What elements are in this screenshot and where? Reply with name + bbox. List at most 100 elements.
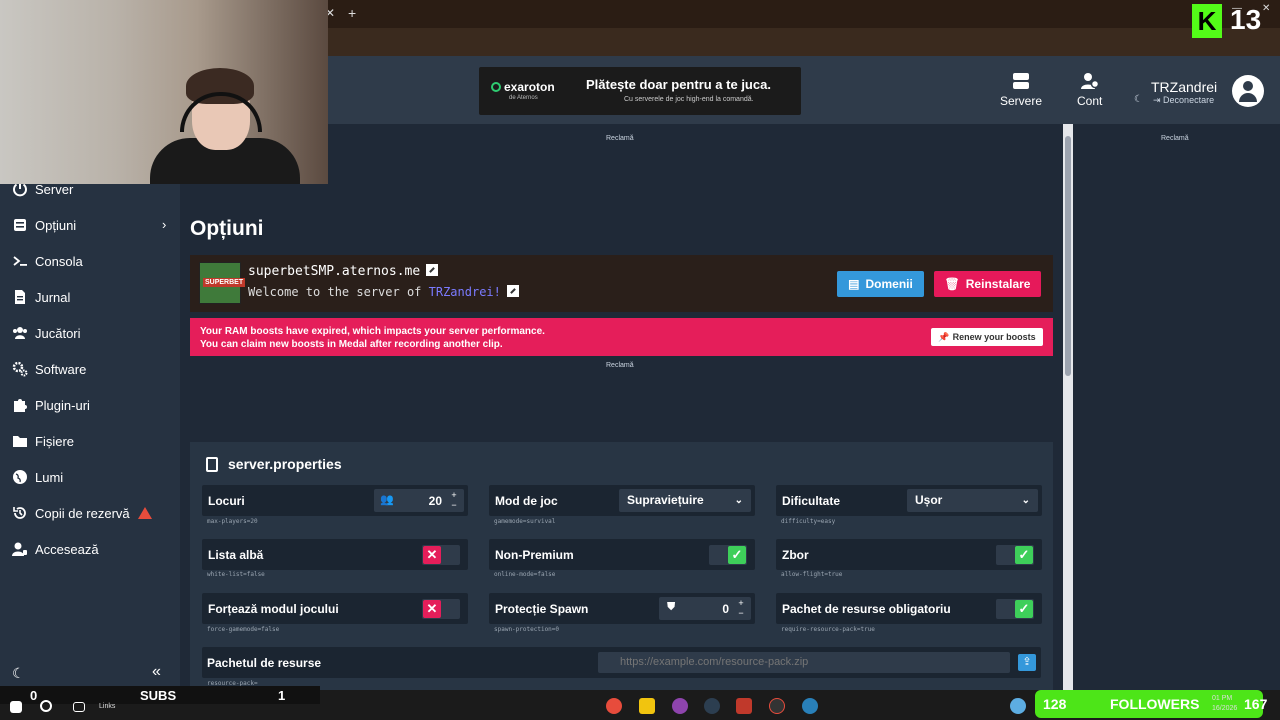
obs-icon[interactable] — [769, 698, 785, 714]
servers-button[interactable]: Servere — [1000, 72, 1042, 108]
kick-logo-icon: K — [1192, 4, 1222, 38]
sidebar-item-label: Software — [35, 361, 87, 377]
sidebar-item-log[interactable]: Jurnal — [12, 287, 70, 307]
ad-label-mid: Reclamă — [606, 362, 634, 369]
task-view-icon[interactable] — [73, 702, 85, 712]
sidebar-item-console[interactable]: Consola — [12, 251, 83, 271]
trash-icon: 🗑 — [944, 277, 960, 291]
sidebar-item-access[interactable]: Accesează — [12, 539, 99, 559]
x-icon: ✕ — [423, 600, 441, 618]
field-label: Lista albă — [208, 548, 264, 562]
account-button[interactable]: Cont — [1077, 72, 1102, 108]
domains-button[interactable]: ▤ Domenii — [837, 271, 924, 297]
account-gear-icon — [1080, 73, 1099, 89]
renew-boosts-button[interactable]: 📌 Renew your boosts — [931, 328, 1043, 346]
sidebar-item-worlds[interactable]: Lumi — [12, 467, 63, 487]
force-gamemode-toggle[interactable]: ✕ — [422, 599, 460, 619]
resource-pack-input[interactable] — [598, 652, 1010, 673]
x-icon: ✕ — [423, 546, 441, 564]
require-resource-pack-key: require-resource-pack=true — [781, 626, 875, 633]
server-address-text: superbetSMP.aternos.me — [248, 264, 421, 279]
sidebar-item-label: Consola — [35, 253, 83, 269]
field-label: Zbor — [782, 548, 809, 562]
pin-icon: 📌 — [938, 331, 950, 342]
sidebar-item-label: Opțiuni — [35, 217, 77, 233]
resource-pack-field: Pachetul de resurse ▤ ⇪ — [202, 647, 1041, 678]
collapse-sidebar-icon[interactable]: « — [152, 663, 161, 681]
sidebar-item-label: Lumi — [35, 469, 64, 485]
difficulty-field: Dificultate Ușor ⌄ — [776, 485, 1042, 516]
server-address: superbetSMP.aternos.me — [248, 264, 439, 279]
stepper-plus-minus[interactable]: + − — [448, 490, 460, 510]
force-gamemode-field: Forțează modul jocului ✕ — [202, 593, 468, 624]
user-avatar-icon[interactable] — [1232, 75, 1264, 107]
upload-icon[interactable]: ⇪ — [1018, 654, 1036, 671]
gamemode-select[interactable]: Supraviețuire ⌄ — [619, 489, 751, 512]
kick-viewer-count: 13 — [1230, 4, 1262, 35]
max-players-key: max-players=20 — [207, 518, 258, 525]
chrome-active-icon[interactable] — [802, 698, 818, 714]
reinstall-label: Reinstalare — [965, 277, 1031, 291]
require-resource-pack-toggle[interactable]: ✓ — [996, 599, 1034, 619]
taskbar-links[interactable]: Links — [99, 703, 115, 710]
stepper-plus-minus[interactable]: + − — [735, 598, 747, 618]
page-scrollbar[interactable] — [1063, 124, 1073, 690]
page-title: Opțiuni — [190, 217, 264, 240]
exaroton-logo: exaroton — [491, 80, 555, 94]
file-explorer-icon[interactable] — [639, 698, 655, 714]
online-mode-key: online-mode=false — [494, 571, 556, 578]
discord-icon[interactable] — [672, 698, 688, 714]
servers-label: Servere — [1000, 94, 1043, 108]
white-list-toggle[interactable]: ✕ — [422, 545, 460, 565]
sidebar-item-plugins[interactable]: Plugin-uri — [12, 395, 90, 415]
difficulty-value: Ușor — [915, 493, 943, 507]
new-tab-icon[interactable]: + — [348, 5, 356, 21]
edit-address-icon[interactable] — [426, 264, 439, 276]
sidebar-item-software[interactable]: Software — [12, 359, 86, 379]
chevron-down-icon: ⌄ — [1021, 495, 1030, 506]
sidebar-item-files[interactable]: Fișiere — [12, 431, 74, 451]
chrome-icon[interactable] — [606, 698, 622, 714]
steam-icon[interactable] — [704, 698, 720, 714]
shield-icon: ⛊ — [667, 601, 676, 613]
weather-icon[interactable] — [1010, 698, 1026, 714]
gamemode-field: Mod de joc Supraviețuire ⌄ — [489, 485, 755, 516]
allow-flight-toggle[interactable]: ✓ — [996, 545, 1034, 565]
logout-link[interactable]: ⇥ Deconectare — [1153, 95, 1214, 106]
check-icon: ✓ — [728, 546, 746, 564]
scrollbar-thumb[interactable] — [1065, 136, 1071, 376]
reinstall-button[interactable]: 🗑 Reinstalare — [934, 271, 1041, 297]
file-code-icon — [206, 457, 218, 472]
white-list-key: white-list=false — [207, 571, 265, 578]
dark-mode-icon[interactable]: ☾ — [1134, 94, 1143, 105]
gamemode-value: Supraviețuire — [627, 493, 704, 507]
globe-icon — [13, 470, 27, 484]
spawn-protection-field: Protecție Spawn ⛊ 0 + − — [489, 593, 755, 624]
sidebar-item-options[interactable]: Opțiuni — [12, 215, 76, 235]
difficulty-select[interactable]: Ușor ⌄ — [907, 489, 1038, 512]
max-players-value: 20 — [428, 494, 442, 508]
online-mode-toggle[interactable]: ✓ — [709, 545, 747, 565]
clock-date: 16/2026 — [1212, 705, 1238, 712]
window-close-icon[interactable]: ✕ — [1262, 3, 1270, 14]
server-icon[interactable]: SUPERBET — [199, 262, 246, 304]
sidebar-item-players[interactable]: Jucători — [12, 323, 81, 343]
servers-icon — [1013, 73, 1030, 89]
search-icon[interactable] — [40, 700, 52, 712]
sidebar-item-backups[interactable]: Copii de rezervă — [12, 503, 152, 523]
motd-suffix: ! — [493, 285, 501, 299]
spawn-protection-stepper[interactable]: ⛊ 0 + − — [659, 597, 751, 620]
field-label: Locuri — [208, 494, 245, 508]
edit-motd-icon[interactable] — [506, 285, 519, 297]
force-gamemode-key: force-gamemode=false — [207, 626, 280, 633]
windows-start-icon[interactable] — [10, 701, 22, 713]
field-label: Dificultate — [782, 494, 841, 508]
check-icon: ✓ — [1015, 600, 1033, 618]
voice-changer-icon[interactable] — [736, 698, 752, 714]
properties-title: server.properties — [228, 456, 342, 472]
theme-toggle-moon-icon[interactable]: ☾ — [12, 665, 25, 682]
ad-banner[interactable]: exaroton de Aternos Plătește doar pentru… — [479, 67, 801, 115]
history-icon — [13, 507, 26, 519]
alert-line-1: Your RAM boosts have expired, which impa… — [200, 326, 545, 337]
max-players-stepper[interactable]: 👥 20 + − — [374, 489, 464, 512]
